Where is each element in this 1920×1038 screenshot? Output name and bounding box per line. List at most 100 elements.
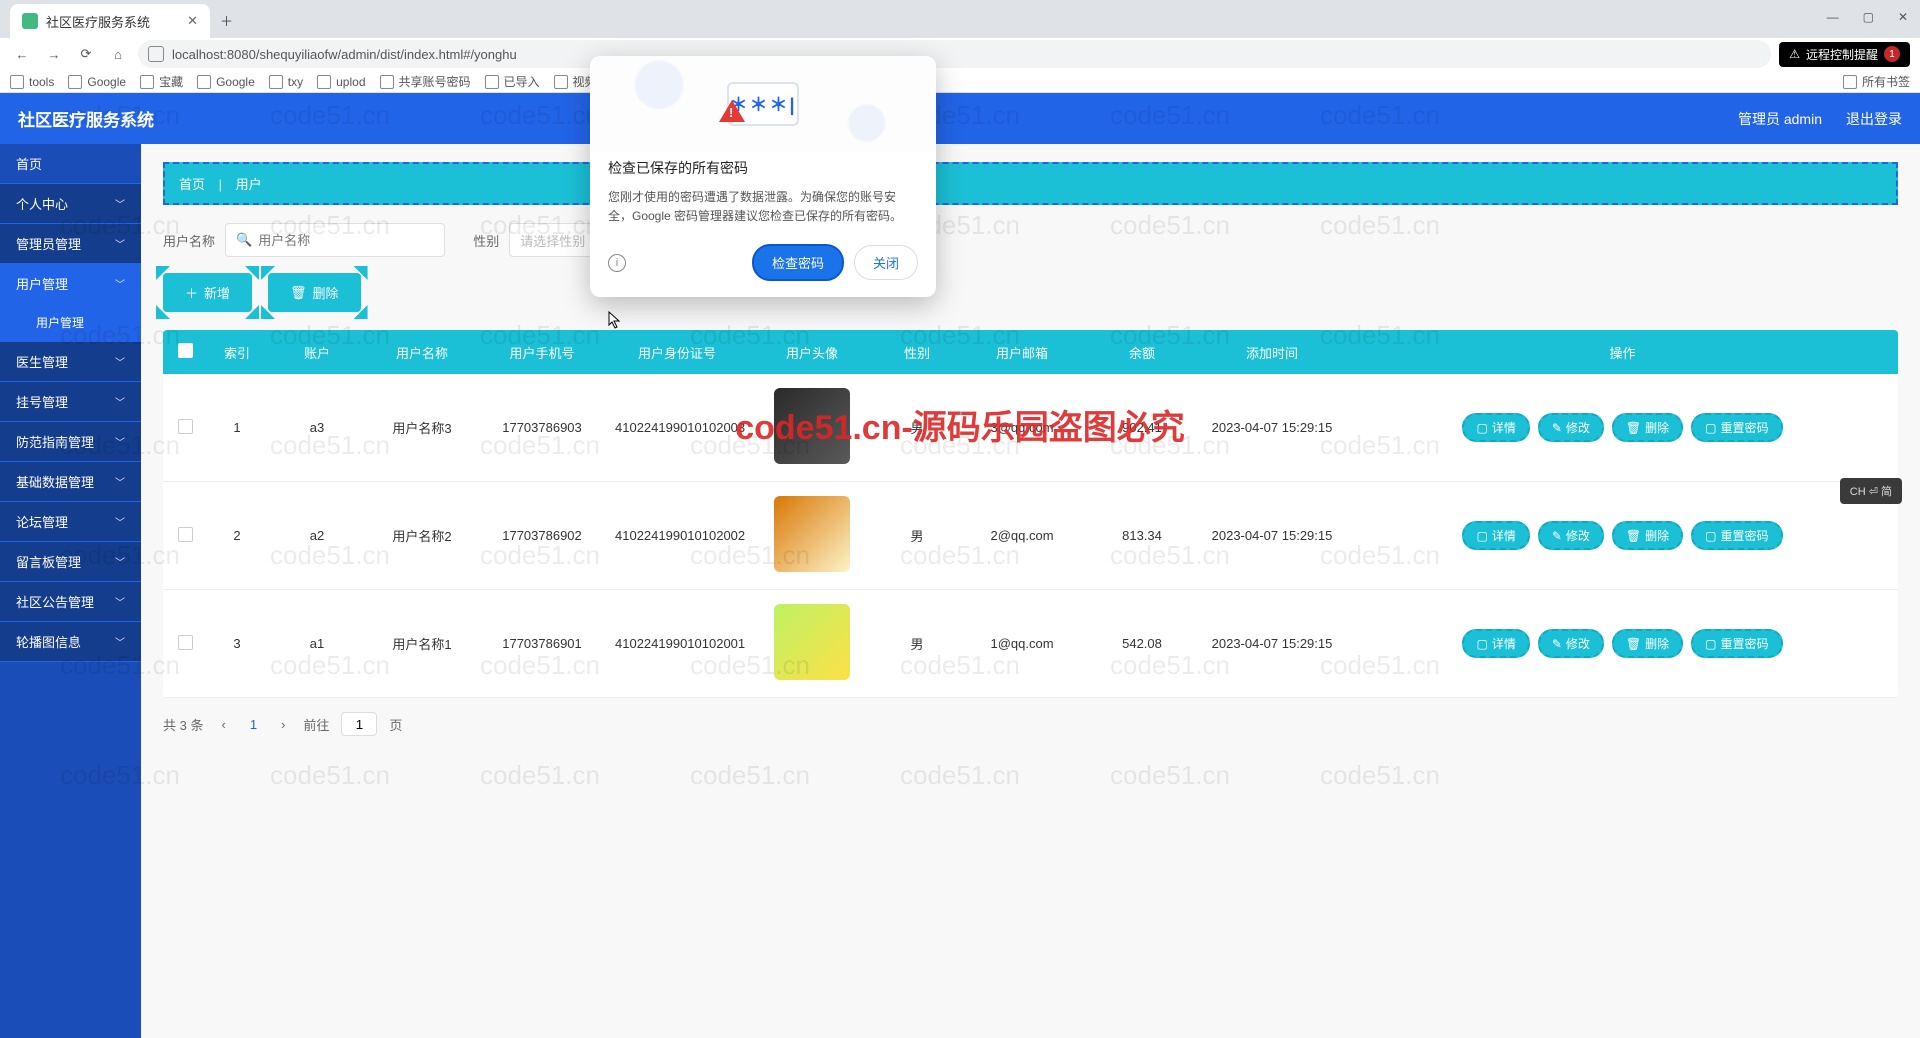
th-avatar: 用户头像: [747, 343, 877, 362]
maximize-icon[interactable]: ▢: [1863, 10, 1874, 24]
breadcrumb-current: 用户: [236, 177, 262, 192]
close-tab-icon[interactable]: ✕: [187, 13, 198, 29]
bookmark-label: 宝藏: [159, 73, 183, 90]
site-info-icon[interactable]: [148, 46, 164, 62]
close-dialog-button[interactable]: 关闭: [854, 245, 918, 280]
logout-button[interactable]: 退出登录: [1846, 109, 1902, 129]
remote-control-warning[interactable]: ⚠ 远程控制提醒 1: [1779, 42, 1910, 67]
reload-button[interactable]: ⟳: [74, 42, 98, 66]
cell-balance: 813.34: [1087, 528, 1197, 543]
bookmark-item[interactable]: txy: [269, 75, 303, 89]
sidebar-item-admin[interactable]: 管理员管理﹀: [0, 224, 141, 264]
app-header: 社区医疗服务系统 管理员 admin 退出登录: [0, 93, 1920, 144]
minimize-icon[interactable]: —: [1827, 10, 1839, 24]
row-delete-button[interactable]: 🗑删除: [1612, 629, 1683, 658]
bookmark-label: tools: [29, 75, 54, 89]
check-passwords-button[interactable]: 检查密码: [752, 244, 844, 281]
th-time: 添加时间: [1197, 343, 1347, 362]
all-bookmarks-button[interactable]: 所有书签: [1843, 73, 1910, 90]
delete-button[interactable]: 🗑 删除: [268, 273, 361, 312]
chevron-down-icon: ﹀: [115, 554, 125, 569]
bookmark-item[interactable]: Google: [68, 75, 126, 89]
admin-label[interactable]: 管理员 admin: [1738, 109, 1822, 129]
app-title: 社区医疗服务系统: [18, 106, 154, 131]
site-icon: [269, 75, 283, 89]
add-button[interactable]: ＋ 新增: [163, 273, 252, 312]
edit-button[interactable]: ✎修改: [1538, 521, 1604, 550]
sidebar-item-guide[interactable]: 防范指南管理﹀: [0, 422, 141, 462]
filter-name-input[interactable]: 🔍: [225, 223, 445, 257]
forward-button[interactable]: →: [42, 42, 66, 66]
cell-gender: 男: [877, 418, 957, 437]
detail-button[interactable]: ▢详情: [1462, 413, 1529, 442]
row-checkbox[interactable]: [178, 419, 193, 434]
sidebar-item-label: 个人中心: [16, 194, 68, 213]
bookmark-item[interactable]: Google: [197, 75, 255, 89]
sidebar-item-registration[interactable]: 挂号管理﹀: [0, 382, 141, 422]
select-all-checkbox[interactable]: [178, 343, 193, 358]
breadcrumb-home[interactable]: 首页: [179, 177, 205, 192]
window-controls[interactable]: — ▢ ✕: [1827, 10, 1908, 24]
next-page-button[interactable]: ›: [275, 715, 291, 734]
detail-button[interactable]: ▢详情: [1462, 521, 1529, 550]
detail-button[interactable]: ▢详情: [1462, 629, 1529, 658]
delete-label: 删除: [313, 283, 339, 302]
name-field[interactable]: [258, 233, 434, 248]
sidebar-item-label: 挂号管理: [16, 392, 68, 411]
reset-icon: ▢: [1705, 529, 1716, 543]
remote-warning-count: 1: [1884, 46, 1900, 62]
goto-page-input[interactable]: [341, 712, 377, 736]
sidebar-item-forum[interactable]: 论坛管理﹀: [0, 502, 141, 542]
gender-placeholder: 请选择性别: [520, 231, 585, 250]
th-ops: 操作: [1347, 343, 1898, 362]
sidebar: 首页 个人中心﹀ 管理员管理﹀ 用户管理﹀ 用户管理 医生管理﹀ 挂号管理﹀ 防…: [0, 144, 141, 1038]
prev-page-button[interactable]: ‹: [215, 715, 231, 734]
doc-icon: ▢: [1476, 421, 1487, 435]
row-checkbox[interactable]: [178, 527, 193, 542]
bookmark-item[interactable]: 宝藏: [140, 73, 183, 90]
trash-icon: 🗑: [1626, 529, 1641, 543]
back-button[interactable]: ←: [10, 42, 34, 66]
sidebar-subitem-users[interactable]: 用户管理: [0, 304, 141, 342]
sidebar-item-profile[interactable]: 个人中心﹀: [0, 184, 141, 224]
bookmark-label: uplod: [336, 75, 365, 89]
goto-prefix: 前往: [303, 715, 329, 734]
cell-email: 1@qq.com: [957, 636, 1087, 651]
reset-password-button[interactable]: ▢重置密码: [1691, 521, 1782, 550]
reset-password-button[interactable]: ▢重置密码: [1691, 629, 1782, 658]
sidebar-item-banner[interactable]: 轮播图信息﹀: [0, 622, 141, 662]
new-tab-button[interactable]: ＋: [210, 3, 243, 38]
bookmark-item[interactable]: 共享账号密码: [380, 73, 471, 90]
filters: 用户名称 🔍 性别 请选择性别 ﹀: [163, 223, 1898, 257]
browser-tab[interactable]: 社区医疗服务系统 ✕: [10, 4, 210, 38]
th-index: 索引: [207, 343, 267, 362]
chevron-down-icon: ﹀: [115, 634, 125, 649]
row-delete-button[interactable]: 🗑删除: [1612, 521, 1683, 550]
sidebar-item-label: 基础数据管理: [16, 472, 94, 491]
sidebar-item-home[interactable]: 首页: [0, 144, 141, 184]
reset-password-button[interactable]: ▢重置密码: [1691, 413, 1782, 442]
sidebar-item-basedata[interactable]: 基础数据管理﹀: [0, 462, 141, 502]
info-icon[interactable]: i: [608, 254, 626, 272]
row-checkbox[interactable]: [178, 635, 193, 650]
edit-button[interactable]: ✎修改: [1538, 629, 1604, 658]
ime-indicator[interactable]: CH ⏎ 简: [1840, 478, 1902, 504]
edit-button[interactable]: ✎修改: [1538, 413, 1604, 442]
bookmark-item[interactable]: uplod: [317, 75, 365, 89]
url-input[interactable]: localhost:8080/shequyiliaofw/admin/dist/…: [138, 40, 1771, 68]
chevron-down-icon: ﹀: [115, 276, 125, 291]
sidebar-item-doctors[interactable]: 医生管理﹀: [0, 342, 141, 382]
sidebar-item-messages[interactable]: 留言板管理 ﹀: [0, 542, 141, 582]
sidebar-item-announce[interactable]: 社区公告管理﹀: [0, 582, 141, 622]
current-page[interactable]: 1: [244, 715, 263, 734]
close-window-icon[interactable]: ✕: [1898, 10, 1908, 24]
row-delete-button[interactable]: 🗑删除: [1612, 413, 1683, 442]
bookmark-item[interactable]: tools: [10, 75, 54, 89]
home-button[interactable]: ⌂: [106, 42, 130, 66]
bookmark-item[interactable]: 已导入: [485, 73, 540, 90]
folder-icon: [140, 75, 154, 89]
sidebar-item-users[interactable]: 用户管理﹀: [0, 264, 141, 304]
cell-gender: 男: [877, 634, 957, 653]
sidebar-item-label: 留言板管理: [16, 552, 81, 571]
bookmark-label: Google: [216, 75, 255, 89]
